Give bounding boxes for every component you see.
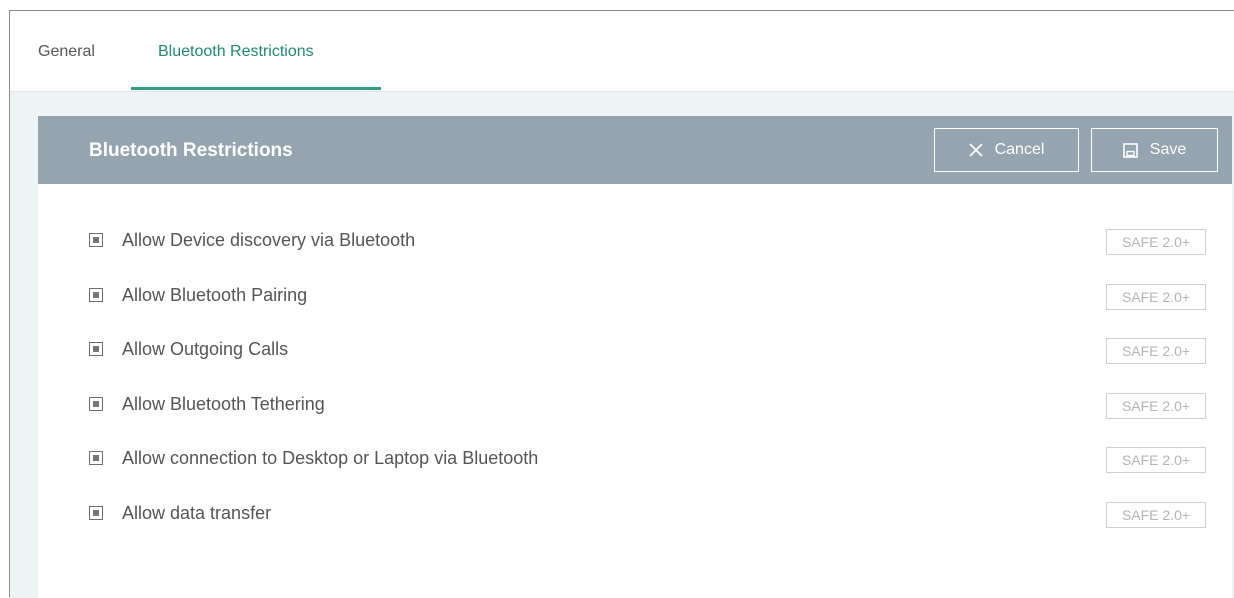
option-checkbox[interactable] bbox=[89, 233, 103, 247]
option-label: Allow Bluetooth Tethering bbox=[122, 394, 325, 414]
save-button-label: Save bbox=[1149, 141, 1187, 158]
save-button[interactable]: Save bbox=[1091, 128, 1218, 172]
option-row: Allow Bluetooth Pairing SAFE 2.0+ bbox=[89, 284, 1209, 310]
safe-version-badge: SAFE 2.0+ bbox=[1106, 338, 1206, 364]
safe-version-badge: SAFE 2.0+ bbox=[1106, 502, 1206, 528]
option-row: Allow data transfer SAFE 2.0+ bbox=[89, 502, 1209, 528]
panel-title: Bluetooth Restrictions bbox=[89, 140, 293, 161]
tab-general[interactable]: General bbox=[38, 43, 95, 61]
option-row: Allow connection to Desktop or Laptop vi… bbox=[89, 447, 1209, 473]
cancel-button[interactable]: Cancel bbox=[934, 128, 1079, 172]
option-row: Allow Device discovery via Bluetooth SAF… bbox=[89, 229, 1209, 255]
safe-version-badge: SAFE 2.0+ bbox=[1106, 284, 1206, 310]
tab-bluetooth-restrictions[interactable]: Bluetooth Restrictions bbox=[158, 43, 314, 61]
content-area: Bluetooth Restrictions Cancel Save Allow bbox=[10, 92, 1234, 598]
active-tab-indicator bbox=[131, 87, 381, 90]
tab-bar: General Bluetooth Restrictions bbox=[10, 11, 1234, 92]
window-frame: General Bluetooth Restrictions Bluetooth… bbox=[9, 10, 1234, 598]
safe-version-badge: SAFE 2.0+ bbox=[1106, 229, 1206, 255]
panel-header: Bluetooth Restrictions Cancel Save bbox=[38, 116, 1232, 184]
option-label: Allow Outgoing Calls bbox=[122, 339, 289, 359]
bluetooth-restrictions-panel: Bluetooth Restrictions Cancel Save Allow bbox=[38, 116, 1232, 598]
option-label: Allow Bluetooth Pairing bbox=[122, 285, 308, 305]
option-row: Allow Outgoing Calls SAFE 2.0+ bbox=[89, 338, 1209, 364]
cancel-button-label: Cancel bbox=[994, 141, 1045, 158]
option-label: Allow data transfer bbox=[122, 503, 272, 523]
option-checkbox[interactable] bbox=[89, 451, 103, 465]
option-checkbox[interactable] bbox=[89, 397, 103, 411]
save-icon bbox=[1122, 142, 1138, 158]
option-checkbox[interactable] bbox=[89, 506, 103, 520]
safe-version-badge: SAFE 2.0+ bbox=[1106, 447, 1206, 473]
close-icon bbox=[968, 143, 983, 157]
option-checkbox[interactable] bbox=[89, 342, 103, 356]
option-checkbox[interactable] bbox=[89, 288, 103, 302]
option-label: Allow connection to Desktop or Laptop vi… bbox=[122, 448, 539, 468]
option-row: Allow Bluetooth Tethering SAFE 2.0+ bbox=[89, 393, 1209, 419]
safe-version-badge: SAFE 2.0+ bbox=[1106, 393, 1206, 419]
option-label: Allow Device discovery via Bluetooth bbox=[122, 230, 416, 250]
